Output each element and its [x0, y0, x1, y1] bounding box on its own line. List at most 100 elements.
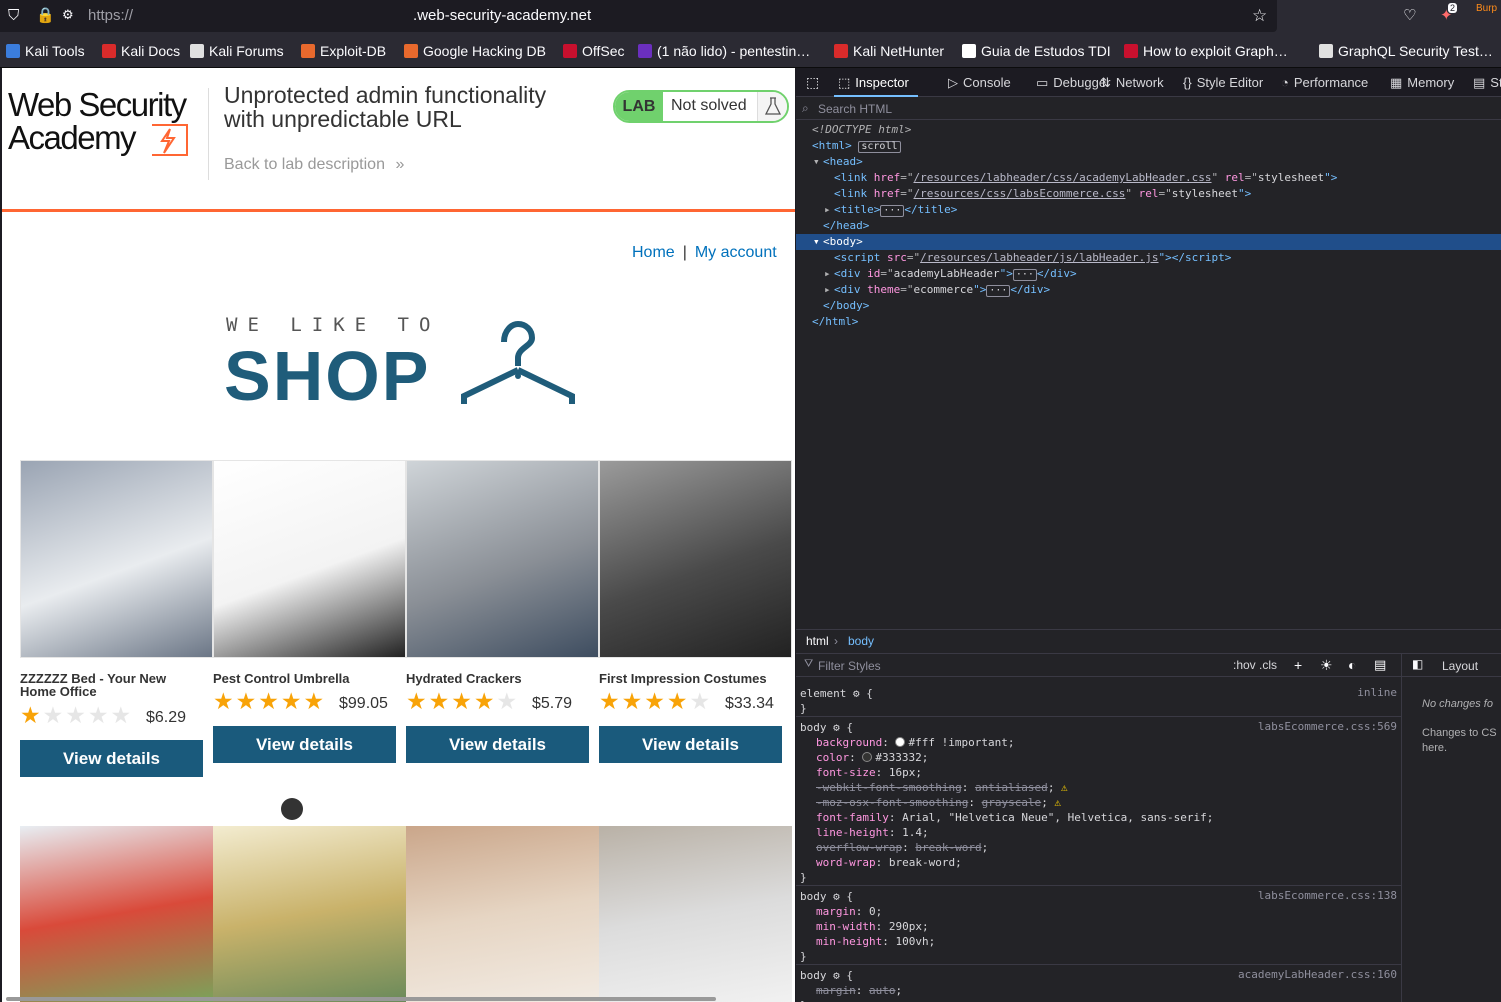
toggle-sidebar-icon[interactable]: ◧: [1412, 658, 1423, 670]
css-declaration[interactable]: -webkit-font-smoothing: antialiased; ⚠: [816, 780, 1068, 795]
nav-home-link[interactable]: Home: [632, 244, 675, 261]
markup-node[interactable]: </html>: [796, 314, 1501, 330]
bookmark-item[interactable]: Google Hacking DB: [404, 43, 546, 59]
css-declaration[interactable]: min-width: 290px;: [816, 919, 929, 934]
markup-node[interactable]: <script src="/resources/labheader/js/lab…: [796, 250, 1501, 266]
markup-node[interactable]: </body>: [796, 298, 1501, 314]
markup-node[interactable]: </head>: [796, 218, 1501, 234]
bookmark-item[interactable]: (1 não lido) - pentestin…: [638, 43, 810, 59]
pocket-icon[interactable]: ♡: [1403, 8, 1416, 23]
back-to-description-link[interactable]: Back to lab description »: [224, 156, 404, 174]
markup-token: src: [886, 251, 907, 264]
rule-gear-icon[interactable]: ⚙ {: [827, 969, 853, 982]
layout-tab[interactable]: Layout: [1442, 659, 1478, 673]
devtools-tab[interactable]: ▦ Memory: [1390, 75, 1454, 91]
bookmark-item[interactable]: Kali Tools: [6, 43, 85, 59]
rule-gear-icon[interactable]: ⚙ {: [846, 687, 873, 700]
filter-styles-input[interactable]: Filter Styles: [818, 659, 881, 673]
light-theme-icon[interactable]: ☀: [1320, 658, 1333, 672]
logo-bolt-icon: [152, 124, 188, 156]
product-image[interactable]: [20, 826, 213, 1002]
view-details-button[interactable]: View details: [406, 726, 589, 763]
markup-token: rel: [1138, 187, 1159, 200]
element-picker-icon[interactable]: ⬚: [806, 75, 819, 89]
view-details-button[interactable]: View details: [599, 726, 782, 763]
product-image[interactable]: [213, 460, 406, 658]
burp-icon[interactable]: Burp: [1476, 3, 1497, 14]
markup-node[interactable]: <!DOCTYPE html>: [796, 122, 1501, 138]
print-media-icon[interactable]: ▤: [1374, 658, 1386, 671]
css-declaration[interactable]: word-wrap: break-word;: [816, 855, 962, 870]
css-declaration[interactable]: margin: 0;: [816, 904, 882, 919]
nav-my-account-link[interactable]: My account: [695, 244, 777, 261]
html-search[interactable]: ⌕ Search HTML: [796, 98, 1501, 120]
crumb-html[interactable]: html: [806, 634, 829, 648]
star-filled-icon: ★: [20, 702, 43, 728]
view-details-button[interactable]: View details: [20, 740, 203, 777]
color-swatch[interactable]: [895, 737, 906, 747]
crumb-body[interactable]: body: [848, 634, 874, 648]
rule-source-link[interactable]: labsEcommerce.css:138: [1258, 889, 1397, 902]
devtools-tab[interactable]: ▤ St: [1473, 75, 1501, 91]
warning-icon[interactable]: ⚠: [1048, 796, 1061, 809]
color-swatch[interactable]: [862, 752, 873, 762]
bookmark-star-icon[interactable]: ☆: [1252, 7, 1267, 24]
css-declaration[interactable]: background: #fff !important;: [816, 735, 1014, 750]
product-image[interactable]: [599, 826, 792, 1002]
add-rule-icon[interactable]: +: [1294, 658, 1302, 672]
markup-node[interactable]: <link href="/resources/labheader/css/aca…: [796, 170, 1501, 186]
devtools-tab[interactable]: ◔ Performance: [1281, 75, 1368, 90]
css-declaration[interactable]: overflow-wrap: break-word;: [816, 840, 988, 855]
markup-node[interactable]: <link href="/resources/css/labsEcommerce…: [796, 186, 1501, 202]
product-image[interactable]: [213, 826, 406, 1002]
pseudo-class-toggles[interactable]: :hov .cls: [1233, 658, 1277, 672]
devtools-tab[interactable]: ⇅ Network: [1100, 75, 1164, 91]
css-declaration[interactable]: -moz-osx-font-smoothing: grayscale; ⚠: [816, 795, 1061, 810]
url-text[interactable]: https://.web-security-academy.net: [88, 7, 591, 24]
rule-source-link[interactable]: labsEcommerce.css:569: [1258, 720, 1397, 733]
bookmark-item[interactable]: OffSec: [563, 43, 625, 59]
css-declaration[interactable]: font-size: 16px;: [816, 765, 922, 780]
dark-theme-icon[interactable]: ◐: [1348, 658, 1356, 672]
css-declaration[interactable]: line-height: 1.4;: [816, 825, 929, 840]
devtools-tab[interactable]: ▷ Console: [948, 75, 1011, 91]
css-declaration[interactable]: font-family: Arial, "Helvetica Neue", He…: [816, 810, 1213, 825]
product-image[interactable]: [20, 460, 213, 658]
url-field[interactable]: ⛉ 🔒 ⚙ https://.web-security-academy.net …: [0, 0, 1277, 32]
rule-source-link[interactable]: inline: [1357, 686, 1397, 699]
warning-icon[interactable]: ⚠: [1054, 781, 1068, 794]
product-image[interactable]: [406, 826, 599, 1002]
css-declaration[interactable]: min-height: 100vh;: [816, 934, 935, 949]
product-image[interactable]: [406, 460, 599, 658]
rule-gear-icon[interactable]: ⚙ {: [827, 890, 853, 903]
bookmark-item[interactable]: Exploit-DB: [301, 43, 386, 59]
horizontal-scrollbar[interactable]: [6, 997, 716, 1001]
rule-source-link[interactable]: academyLabHeader.css:160: [1238, 968, 1397, 981]
notification-count: 2: [1448, 3, 1458, 13]
bookmark-item[interactable]: Kali NetHunter: [834, 43, 944, 59]
markup-node[interactable]: ▾ <body>: [796, 234, 1501, 250]
bookmark-item[interactable]: GraphQL Security Test…: [1319, 43, 1493, 59]
css-property: font-family: [816, 811, 889, 824]
bookmark-item[interactable]: How to exploit Graph…: [1124, 43, 1288, 59]
markup-node[interactable]: ▸ <title> ··· </title>: [796, 202, 1501, 218]
view-details-button[interactable]: View details: [213, 726, 396, 763]
css-declaration[interactable]: margin: auto;: [816, 983, 902, 998]
css-colon: :: [888, 811, 903, 824]
devtools-tab[interactable]: {} Style Editor: [1183, 75, 1263, 90]
devtools-tab[interactable]: ⬚ Inspector: [838, 75, 909, 91]
bookmark-item[interactable]: Kali Forums: [190, 43, 284, 59]
product-image[interactable]: [599, 460, 792, 658]
shield-icon[interactable]: ⛉: [8, 8, 19, 23]
permissions-icon[interactable]: ⚙: [62, 8, 74, 21]
markup-token: /resources/css/labsEcommerce.css: [913, 187, 1126, 200]
lock-icon[interactable]: 🔒: [36, 8, 55, 23]
markup-node[interactable]: ▸ <div theme="ecommerce"> ··· </div>: [796, 282, 1501, 298]
markup-node[interactable]: <html> scroll: [796, 138, 1501, 154]
bookmark-item[interactable]: Kali Docs: [102, 43, 180, 59]
bookmark-item[interactable]: Guia de Estudos TDI: [962, 43, 1111, 59]
rule-gear-icon[interactable]: ⚙ {: [827, 721, 853, 734]
css-declaration[interactable]: color: #333332;: [816, 750, 928, 765]
markup-node[interactable]: ▾ <head>: [796, 154, 1501, 170]
markup-node[interactable]: ▸ <div id="academyLabHeader"> ··· </div>: [796, 266, 1501, 282]
